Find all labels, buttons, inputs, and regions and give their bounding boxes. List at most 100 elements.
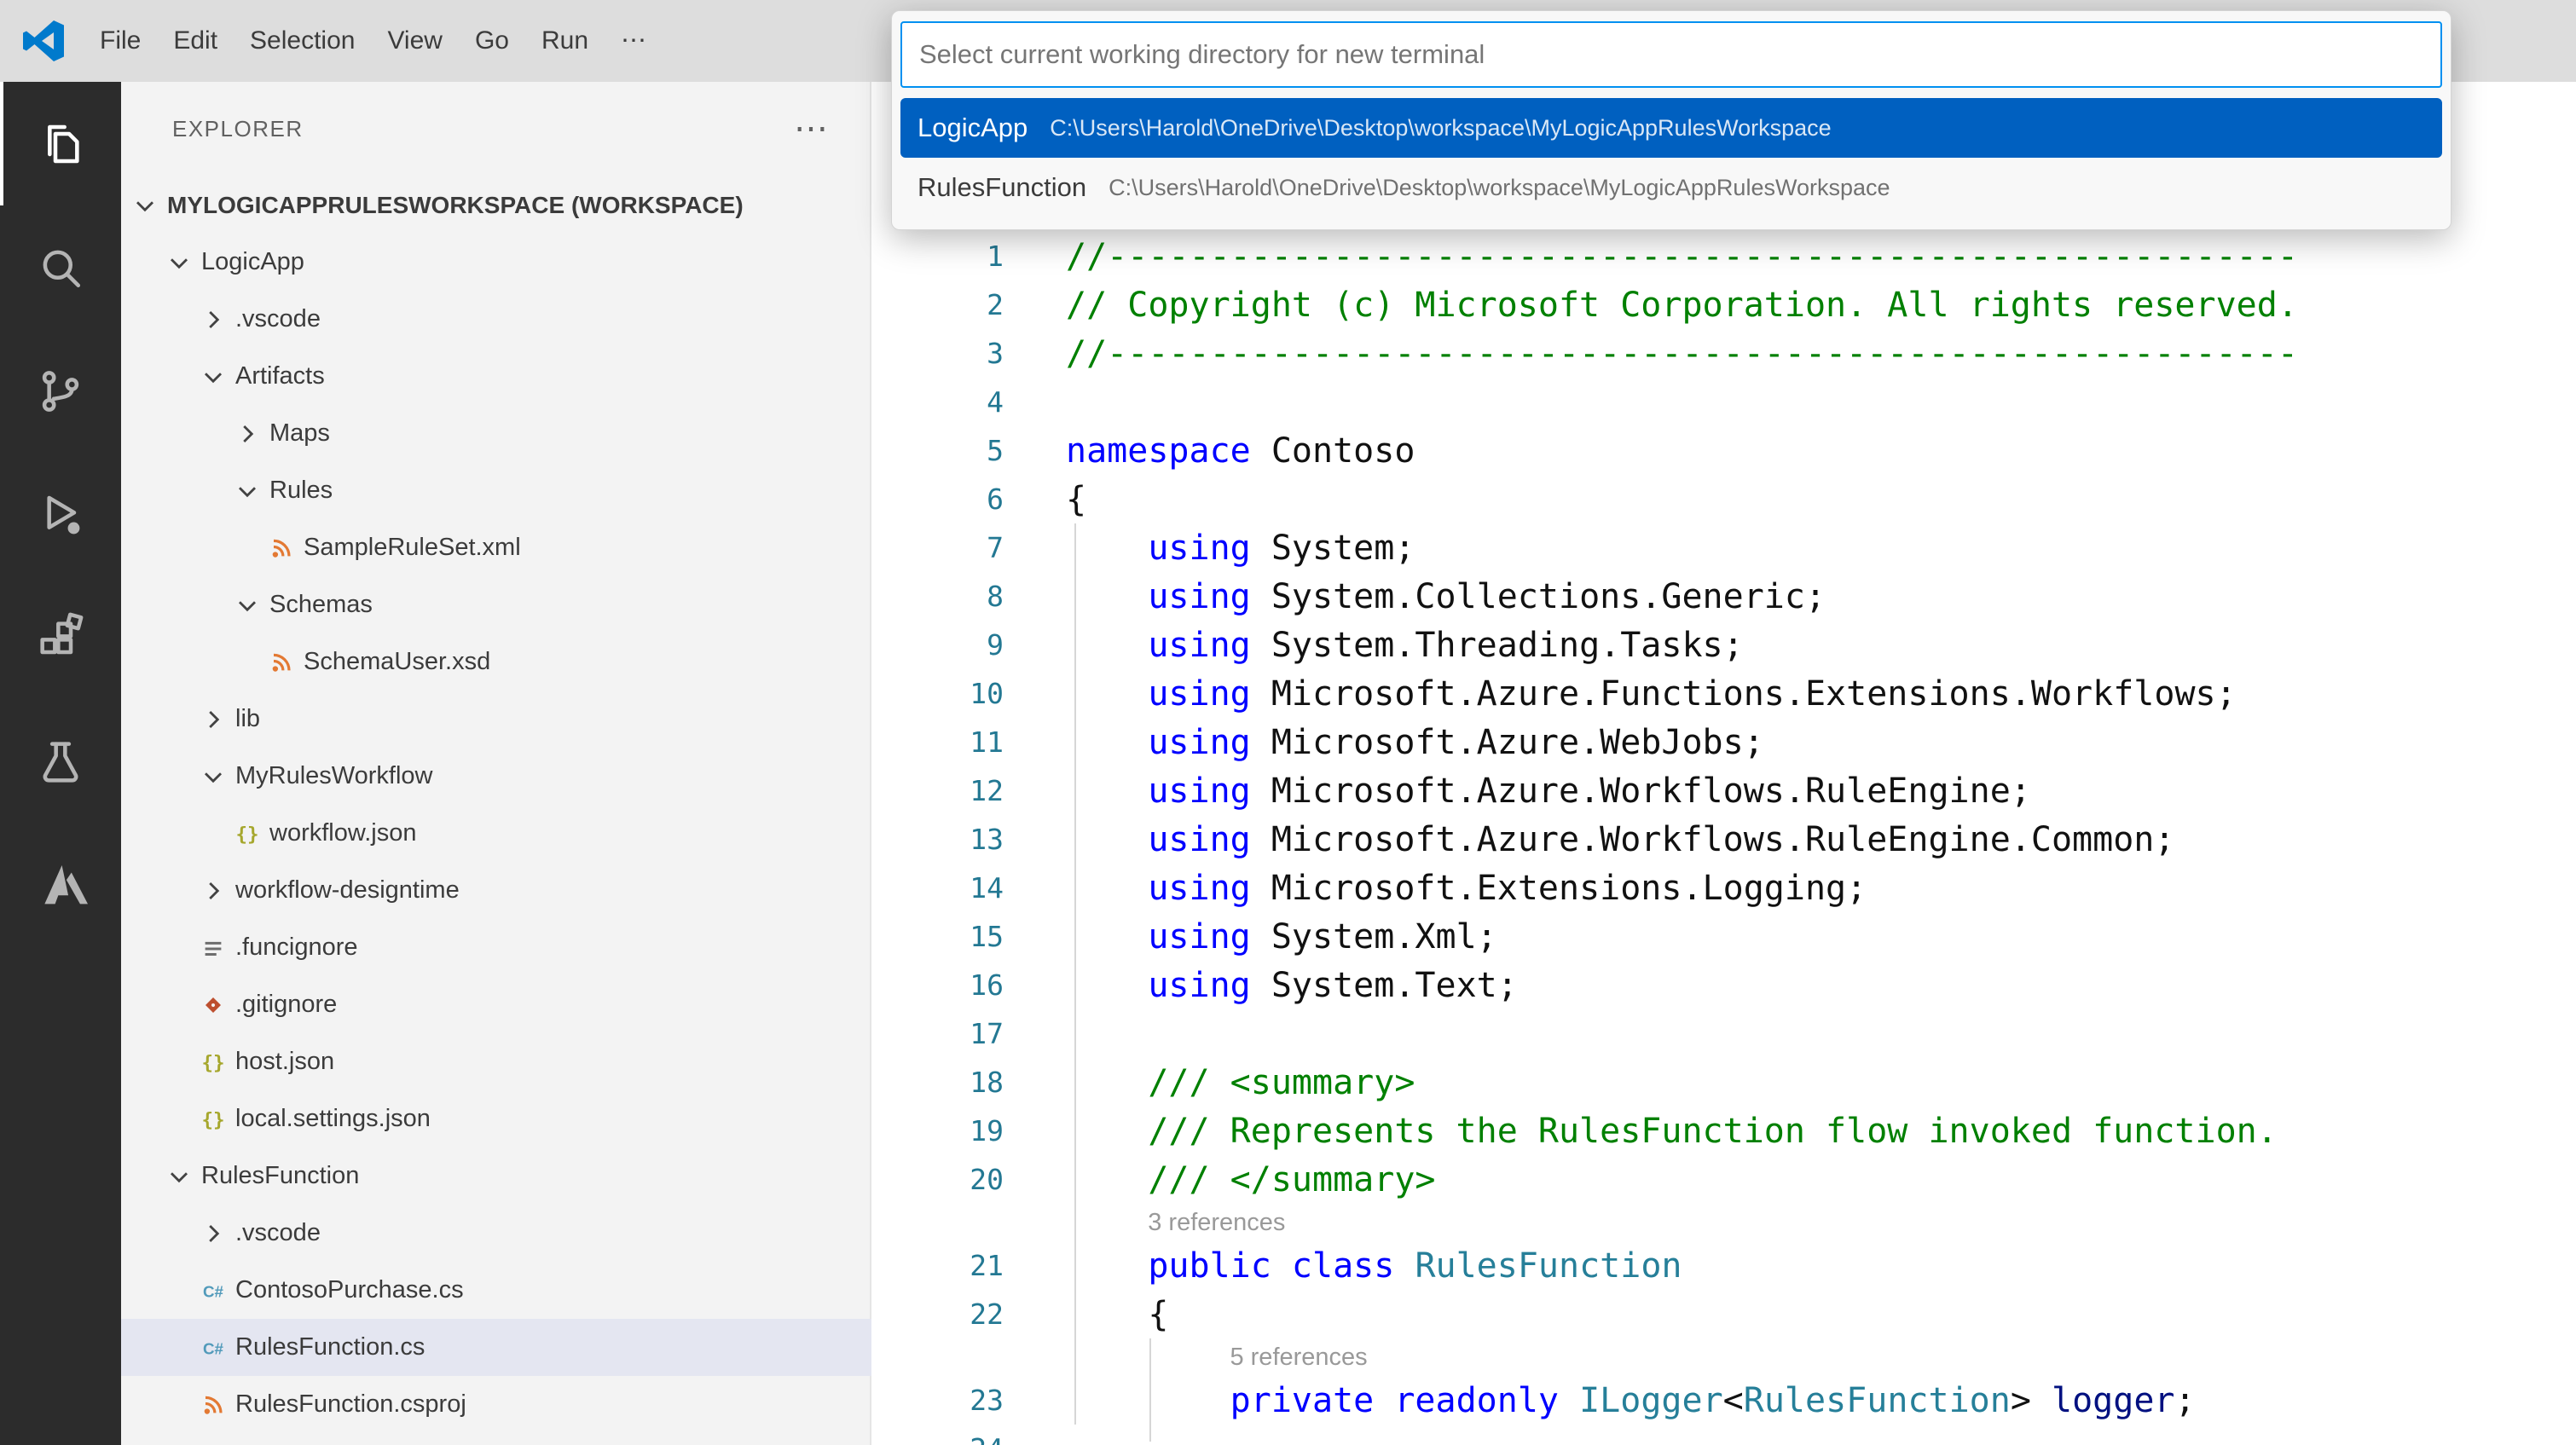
code-line-22[interactable]: 22 {: [871, 1290, 2576, 1338]
activity-search-icon[interactable]: [0, 205, 121, 329]
code-line-2[interactable]: 2// Copyright (c) Microsoft Corporation.…: [871, 280, 2576, 329]
menu-file[interactable]: File: [84, 0, 157, 82]
tree-item-local-settings-json[interactable]: {}local.settings.json: [121, 1090, 871, 1147]
code-line-3[interactable]: 3//-------------------------------------…: [871, 329, 2576, 378]
menu-more-icon[interactable]: ⋯: [605, 0, 663, 82]
tree-item-funcignore[interactable]: .funcignore: [121, 919, 871, 976]
code-line-16[interactable]: 16 using System.Text;: [871, 961, 2576, 1009]
code-text: {: [1004, 480, 1086, 519]
activity-source-control-icon[interactable]: [0, 329, 121, 453]
tree-item-artifacts[interactable]: Artifacts: [121, 348, 871, 405]
code-line-17[interactable]: 17: [871, 1009, 2576, 1058]
tree-item-sampleruleset-xml[interactable]: SampleRuleSet.xml: [121, 519, 871, 576]
line-number: 4: [871, 385, 1004, 419]
code-line-19[interactable]: 19 /// Represents the RulesFunction flow…: [871, 1107, 2576, 1155]
line-number: 6: [871, 483, 1004, 516]
code-text: using Microsoft.Azure.WebJobs;: [1004, 723, 1764, 762]
chevron-down-icon: [164, 247, 194, 278]
tree-item-maps[interactable]: Maps: [121, 405, 871, 462]
menu-view[interactable]: View: [371, 0, 458, 82]
code-line-12[interactable]: 12 using Microsoft.Azure.Workflows.RuleE…: [871, 766, 2576, 815]
json-file-icon: {}: [198, 1104, 229, 1135]
line-number: 19: [871, 1114, 1004, 1147]
tree-item-vscode[interactable]: .vscode: [121, 1205, 871, 1262]
code-line-6[interactable]: 6{: [871, 475, 2576, 523]
tree-item-label: RulesFunction.csproj: [235, 1390, 466, 1419]
codelens-references[interactable]: 3 references: [1004, 1209, 1285, 1237]
code-text: using Microsoft.Azure.Workflows.RuleEngi…: [1004, 772, 2031, 811]
tree-item-mylogicapprulesworkspace-workspace[interactable]: MYLOGICAPPRULESWORKSPACE (WORKSPACE): [121, 176, 871, 234]
code-text: namespace Contoso: [1004, 431, 1415, 471]
menu-go[interactable]: Go: [459, 0, 525, 82]
menu-edit[interactable]: Edit: [157, 0, 234, 82]
svg-text:{}: {}: [201, 1108, 224, 1130]
code-line-9[interactable]: 9 using System.Threading.Tasks;: [871, 621, 2576, 669]
code-line-23[interactable]: 23 private readonly ILogger<RulesFunctio…: [871, 1376, 2576, 1425]
code-line-20[interactable]: 20 /// </summary>: [871, 1155, 2576, 1204]
quickpick-item-logicapp[interactable]: LogicAppC:\Users\Harold\OneDrive\Desktop…: [900, 98, 2442, 158]
tree-item-label: Rules: [269, 477, 333, 505]
code-line-11[interactable]: 11 using Microsoft.Azure.WebJobs;: [871, 718, 2576, 766]
activity-extensions-icon[interactable]: [0, 576, 121, 700]
code-line-10[interactable]: 10 using Microsoft.Azure.Functions.Exten…: [871, 669, 2576, 718]
sidebar-more-actions-icon[interactable]: ⋯: [794, 120, 831, 137]
code-line-1[interactable]: 1//-------------------------------------…: [871, 232, 2576, 280]
tree-item-myrulesworkflow[interactable]: MyRulesWorkflow: [121, 748, 871, 805]
activity-testing-icon[interactable]: [0, 700, 121, 824]
code-line-8[interactable]: 8 using System.Collections.Generic;: [871, 572, 2576, 621]
tree-item-schemas[interactable]: Schemas: [121, 576, 871, 633]
code-line-5[interactable]: 5namespace Contoso: [871, 426, 2576, 475]
tree-item-rulesfunction-cs[interactable]: C#RulesFunction.cs: [121, 1319, 871, 1376]
tree-item-gitignore[interactable]: .gitignore: [121, 976, 871, 1033]
tree-item-label: workflow-designtime: [235, 876, 460, 905]
activity-run-debug-icon[interactable]: [0, 453, 121, 576]
menu-run[interactable]: Run: [525, 0, 605, 82]
line-number: 17: [871, 1017, 1004, 1050]
code-line-15[interactable]: 15 using System.Xml;: [871, 912, 2576, 961]
line-number: 18: [871, 1066, 1004, 1099]
quickpick-input[interactable]: [900, 21, 2442, 88]
tree-item-logicapp[interactable]: LogicApp: [121, 234, 871, 291]
codelens-references[interactable]: 5 references: [1004, 1344, 1368, 1372]
sidebar-title: EXPLORER: [172, 116, 304, 142]
tree-item-vscode[interactable]: .vscode: [121, 291, 871, 348]
tree-item-rules[interactable]: Rules: [121, 462, 871, 519]
tree-item-host-json[interactable]: {}host.json: [121, 1033, 871, 1090]
tree-item-workflow-designtime[interactable]: workflow-designtime: [121, 862, 871, 919]
line-number: 8: [871, 580, 1004, 613]
tree-item-rulesfunction[interactable]: RulesFunction: [121, 1147, 871, 1205]
code-text: using System.Xml;: [1004, 917, 1497, 957]
code-line-24[interactable]: 24: [871, 1425, 2576, 1445]
git-file-icon: [198, 990, 229, 1020]
activity-azure-icon[interactable]: [0, 824, 121, 947]
line-number: 20: [871, 1163, 1004, 1196]
code-line-18[interactable]: 18 /// <summary>: [871, 1058, 2576, 1107]
tree-item-workflow-json[interactable]: {}workflow.json: [121, 805, 871, 862]
tree-item-label: lib: [235, 705, 260, 733]
code-line-4[interactable]: 4: [871, 378, 2576, 426]
editor-pane[interactable]: 1//-------------------------------------…: [871, 82, 2576, 1445]
code-line-14[interactable]: 14 using Microsoft.Extensions.Logging;: [871, 864, 2576, 912]
code-text: private readonly ILogger<RulesFunction> …: [1004, 1381, 2196, 1420]
code-line-21[interactable]: 21 public class RulesFunction: [871, 1241, 2576, 1290]
tree-item-lib[interactable]: lib: [121, 691, 871, 748]
activity-explorer-icon[interactable]: [0, 82, 121, 205]
code-text: //--------------------------------------…: [1004, 334, 2298, 373]
line-number: 21: [871, 1249, 1004, 1282]
tree-item-schemauser-xsd[interactable]: SchemaUser.xsd: [121, 633, 871, 691]
menu-selection[interactable]: Selection: [234, 0, 371, 82]
quickpick-item-rulesfunction[interactable]: RulesFunctionC:\Users\Harold\OneDrive\De…: [900, 158, 2442, 217]
json-file-icon: {}: [198, 1047, 229, 1078]
tree-item-label: MyRulesWorkflow: [235, 762, 433, 790]
tree-item-contosopurchase-cs[interactable]: C#ContosoPurchase.cs: [121, 1262, 871, 1319]
code-line-13[interactable]: 13 using Microsoft.Azure.Workflows.RuleE…: [871, 815, 2576, 864]
tree-item-rulesfunction-csproj[interactable]: RulesFunction.csproj: [121, 1376, 871, 1433]
code-text: /// </summary>: [1004, 1160, 1435, 1199]
tree-item-label: .vscode: [235, 1219, 321, 1247]
chevron-down-icon: [164, 1161, 194, 1192]
xml-file-icon: [266, 647, 297, 678]
code-line-7[interactable]: 7 using System;: [871, 523, 2576, 572]
code-area: 1//-------------------------------------…: [871, 232, 2576, 1445]
chevron-right-icon: [198, 876, 229, 906]
menu-bar: FileEditSelectionViewGoRun⋯: [84, 0, 663, 82]
